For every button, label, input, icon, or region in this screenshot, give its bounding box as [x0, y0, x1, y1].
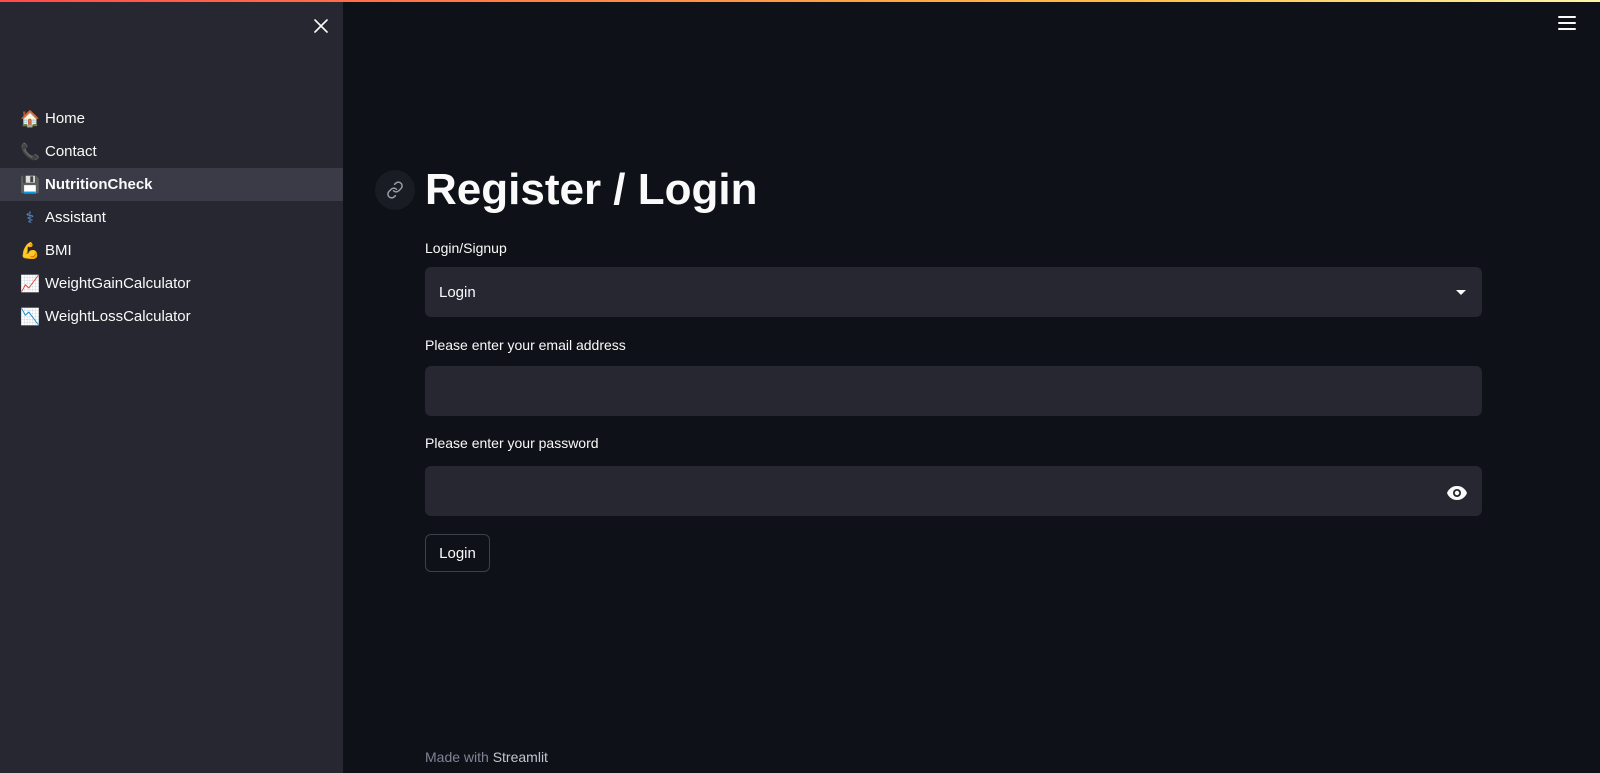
show-password-button[interactable]: [1445, 484, 1469, 502]
sidebar-item-assistant[interactable]: ⚕ Assistant: [0, 201, 343, 234]
caret-down-icon: [1456, 289, 1466, 295]
page-title: Register / Login: [425, 165, 758, 214]
sidebar-item-label: Home: [45, 110, 86, 127]
sidebar-item-label: NutritionCheck: [45, 176, 153, 193]
footer: Made with Streamlit: [425, 749, 548, 765]
password-field[interactable]: [425, 466, 1482, 516]
menu-bar: [1558, 28, 1576, 30]
login-button[interactable]: Login: [425, 534, 490, 572]
sidebar-item-weightgaincalculator[interactable]: 📈 WeightGainCalculator: [0, 267, 343, 300]
phone-icon: 📞: [20, 142, 40, 161]
sidebar-item-nutritioncheck[interactable]: 💾 NutritionCheck: [0, 168, 343, 201]
top-decoration-bar: [0, 0, 1600, 2]
title-anchor-link[interactable]: [375, 170, 415, 210]
stethoscope-icon: ⚕: [25, 208, 35, 227]
sidebar-item-label: BMI: [45, 242, 72, 259]
sidebar: 🏠 Home 📞 Contact 💾 NutritionCheck ⚕ Assi…: [0, 0, 343, 773]
email-field[interactable]: [425, 366, 1482, 416]
flexed-bicep-icon: 💪: [20, 241, 40, 260]
eye-icon: [1447, 486, 1467, 500]
hamburger-menu-button[interactable]: [1558, 16, 1576, 30]
sidebar-item-label: Contact: [45, 143, 97, 160]
mode-select-value: Login: [439, 283, 476, 301]
chart-decreasing-icon: 📉: [20, 307, 40, 326]
email-field-label: Please enter your email address: [425, 337, 626, 353]
house-icon: 🏠: [20, 109, 40, 128]
link-icon: [387, 181, 403, 199]
sidebar-item-label: WeightGainCalculator: [45, 275, 191, 292]
chart-increasing-icon: 📈: [20, 274, 40, 293]
sidebar-item-label: WeightLossCalculator: [45, 308, 191, 325]
close-icon: [314, 19, 328, 33]
sidebar-item-bmi[interactable]: 💪 BMI: [0, 234, 343, 267]
mode-select[interactable]: Login: [425, 267, 1482, 317]
mode-select-label: Login/Signup: [425, 240, 507, 256]
main-content: Register / Login Login/Signup Login Plea…: [343, 0, 1600, 773]
sidebar-nav: 🏠 Home 📞 Contact 💾 NutritionCheck ⚕ Assi…: [0, 102, 343, 333]
floppy-disk-icon: 💾: [20, 175, 40, 194]
close-sidebar-button[interactable]: [309, 14, 333, 38]
menu-bar: [1558, 16, 1576, 18]
footer-prefix: Made with: [425, 749, 489, 765]
sidebar-item-home[interactable]: 🏠 Home: [0, 102, 343, 135]
password-field-label: Please enter your password: [425, 435, 599, 451]
sidebar-item-contact[interactable]: 📞 Contact: [0, 135, 343, 168]
streamlit-link[interactable]: Streamlit: [493, 749, 548, 765]
sidebar-item-weightlosscalculator[interactable]: 📉 WeightLossCalculator: [0, 300, 343, 333]
menu-bar: [1558, 22, 1576, 24]
sidebar-item-label: Assistant: [45, 209, 106, 226]
